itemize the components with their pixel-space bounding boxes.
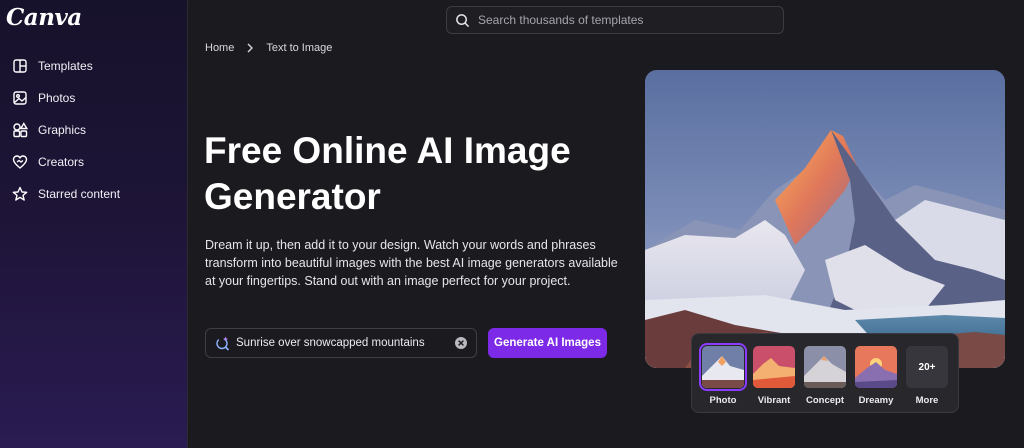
photos-icon xyxy=(12,90,28,106)
sidebar: Canva Templates Photos Graphics Creators xyxy=(0,0,187,448)
style-thumbnail-concept xyxy=(804,346,846,388)
sidebar-item-label: Templates xyxy=(38,59,93,73)
generate-ai-images-button[interactable]: Generate AI Images xyxy=(488,328,607,358)
prompt-input[interactable] xyxy=(236,337,454,349)
star-icon xyxy=(12,186,28,202)
graphics-icon xyxy=(12,122,28,138)
canva-logo[interactable]: Canva xyxy=(6,4,82,31)
breadcrumb-home[interactable]: Home xyxy=(205,42,234,54)
sidebar-item-photos[interactable]: Photos xyxy=(0,82,187,114)
style-picker: Photo Vibrant Concept Dreamy 20+ More xyxy=(691,333,959,413)
template-search[interactable] xyxy=(446,6,784,34)
breadcrumb-current: Text to Image xyxy=(266,42,333,54)
sidebar-item-label: Creators xyxy=(38,155,85,169)
style-option-concept[interactable]: Concept xyxy=(803,346,847,406)
prompt-field[interactable] xyxy=(205,328,477,358)
style-option-photo[interactable]: Photo xyxy=(699,343,747,406)
search-icon xyxy=(456,13,470,27)
style-thumbnail-dreamy xyxy=(855,346,897,388)
sidebar-item-graphics[interactable]: Graphics xyxy=(0,114,187,146)
style-option-more[interactable]: 20+ More xyxy=(905,346,949,406)
sidebar-item-templates[interactable]: Templates xyxy=(0,50,187,82)
style-label: Photo xyxy=(709,395,737,406)
style-label: Concept xyxy=(806,395,844,406)
style-label: More xyxy=(915,395,939,406)
style-option-dreamy[interactable]: Dreamy xyxy=(854,346,898,406)
hero-image-mountain xyxy=(645,70,1005,368)
style-thumbnail-photo xyxy=(699,343,747,391)
sidebar-item-starred[interactable]: Starred content xyxy=(0,178,187,210)
sidebar-nav: Templates Photos Graphics Creators Starr… xyxy=(0,50,187,210)
style-label: Dreamy xyxy=(858,395,894,406)
templates-icon xyxy=(12,58,28,74)
magic-sparkle-icon xyxy=(216,336,230,351)
sidebar-item-creators[interactable]: Creators xyxy=(0,146,187,178)
style-option-vibrant[interactable]: Vibrant xyxy=(752,346,796,406)
clear-icon[interactable] xyxy=(454,336,468,350)
page-description: Dream it up, then add it to your design.… xyxy=(205,238,618,288)
breadcrumb: Home Text to Image xyxy=(205,42,332,54)
style-label: Vibrant xyxy=(757,395,791,406)
sidebar-item-label: Starred content xyxy=(38,187,121,201)
search-input[interactable] xyxy=(478,13,768,27)
chevron-right-icon xyxy=(246,43,254,53)
more-styles-badge: 20+ xyxy=(906,346,948,388)
main-content: Home Text to Image Free Online AI Image … xyxy=(187,0,1024,448)
creators-icon xyxy=(12,154,28,170)
sidebar-item-label: Graphics xyxy=(38,123,87,137)
page-title: Free Online AI Image Generator xyxy=(204,130,571,217)
style-thumbnail-vibrant xyxy=(753,346,795,388)
sidebar-item-label: Photos xyxy=(38,91,76,105)
